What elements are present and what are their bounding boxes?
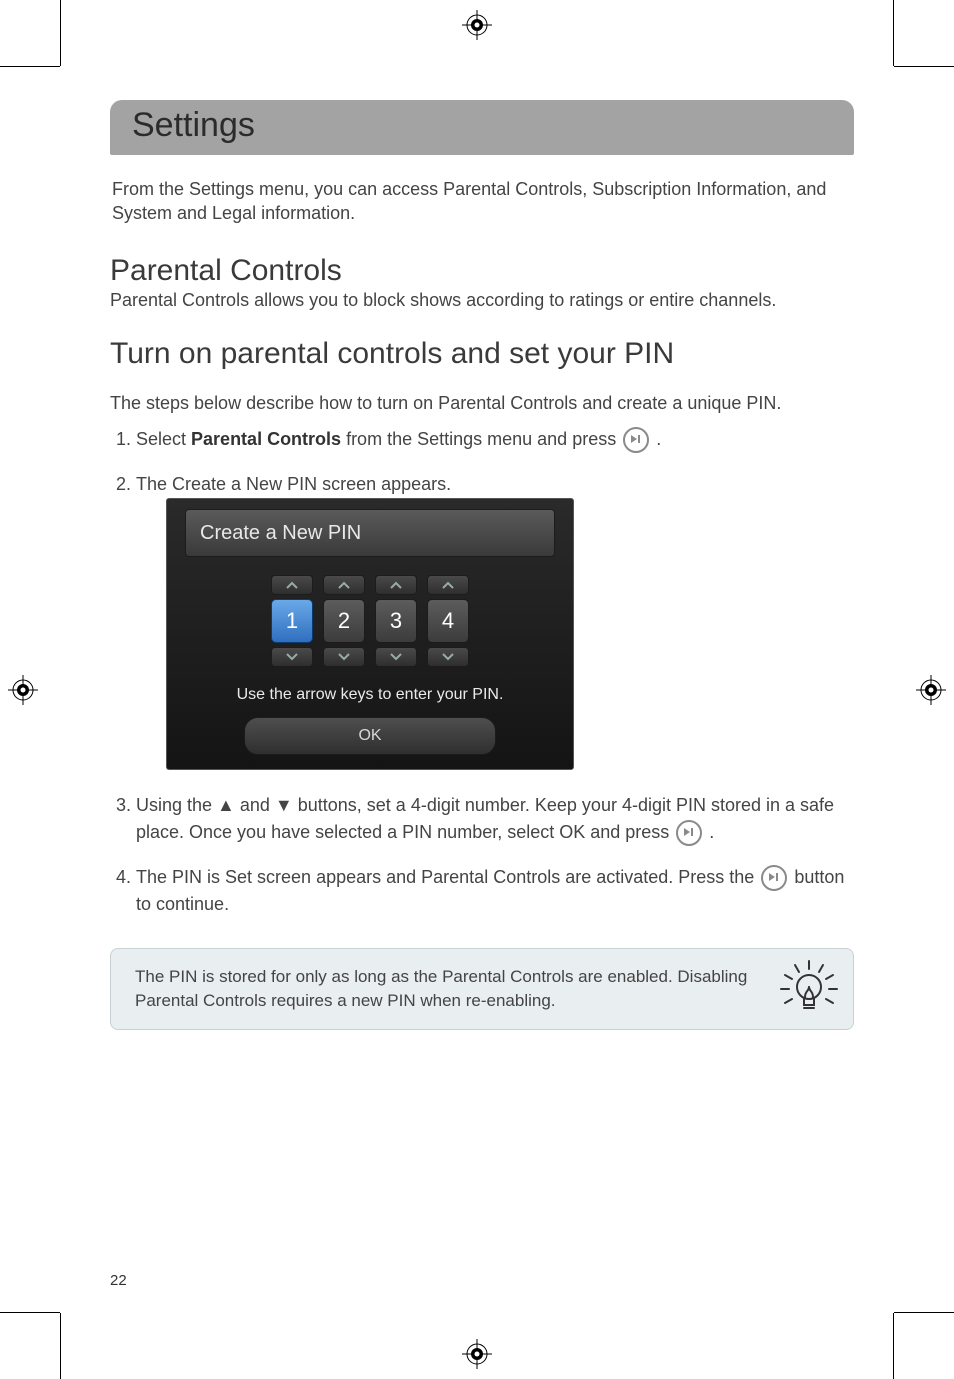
pin-column-1: 1 (271, 575, 313, 667)
registration-mark-icon (462, 10, 492, 40)
screenshot-title: Create a New PIN (185, 509, 555, 557)
pin-column-4: 4 (427, 575, 469, 667)
crop-mark (893, 1313, 894, 1379)
registration-mark-icon (8, 675, 38, 705)
step-3: Using the ▲ and ▼ buttons, set a 4-digit… (136, 792, 854, 846)
tip-text: The PIN is stored for only as long as th… (135, 967, 747, 1010)
lightbulb-icon (779, 959, 839, 1019)
crop-mark (60, 1313, 61, 1379)
content-column: Settings From the Settings menu, you can… (110, 100, 854, 1030)
chevron-down-icon[interactable] (427, 647, 469, 667)
crop-mark (894, 66, 954, 67)
heading-turn-on-pin: Turn on parental controls and set your P… (110, 337, 854, 371)
chevron-up-icon[interactable] (271, 575, 313, 595)
banner-title: Settings (132, 106, 832, 145)
steps-list: Select Parental Controls from the Settin… (110, 426, 854, 919)
down-arrow-icon: ▼ (275, 795, 293, 815)
step-3-text-c: . (704, 822, 714, 842)
step-3-text-mid: and (235, 795, 275, 815)
step-1-text-a: Select (136, 429, 191, 449)
crop-mark (894, 1312, 954, 1313)
tip-callout: The PIN is stored for only as long as th… (110, 948, 854, 1030)
step-2-text: The Create a New PIN screen appears. (136, 474, 451, 494)
step-3-text-a: Using the (136, 795, 217, 815)
section-banner: Settings (110, 100, 854, 155)
intro-text: From the Settings menu, you can access P… (112, 177, 854, 226)
page-number: 22 (110, 1272, 127, 1289)
crop-mark (893, 0, 894, 66)
pin-hint-text: Use the arrow keys to enter your PIN. (185, 683, 555, 707)
pin-column-3: 3 (375, 575, 417, 667)
play-pause-button-icon (623, 427, 649, 453)
step-1-bold: Parental Controls (191, 429, 341, 449)
crop-mark (0, 1312, 60, 1313)
chevron-up-icon[interactable] (427, 575, 469, 595)
play-pause-button-icon (761, 865, 787, 891)
pin-digit-2[interactable]: 2 (323, 599, 365, 643)
pin-digit-row: 1 2 3 (185, 575, 555, 667)
pin-column-2: 2 (323, 575, 365, 667)
step-1-text-b: from the Settings menu and press (341, 429, 621, 449)
parental-controls-sub: Parental Controls allows you to block sh… (110, 290, 854, 311)
pin-digit-4[interactable]: 4 (427, 599, 469, 643)
lead-text: The steps below describe how to turn on … (110, 393, 854, 414)
step-4: The PIN is Set screen appears and Parent… (136, 864, 854, 918)
step-2: The Create a New PIN screen appears. Cre… (136, 471, 854, 770)
pin-digit-3[interactable]: 3 (375, 599, 417, 643)
up-arrow-icon: ▲ (217, 795, 235, 815)
chevron-down-icon[interactable] (271, 647, 313, 667)
chevron-down-icon[interactable] (323, 647, 365, 667)
step-4-text-a: The PIN is Set screen appears and Parent… (136, 867, 759, 887)
chevron-up-icon[interactable] (323, 575, 365, 595)
chevron-down-icon[interactable] (375, 647, 417, 667)
step-1: Select Parental Controls from the Settin… (136, 426, 854, 453)
crop-mark (0, 66, 60, 67)
registration-mark-icon (916, 675, 946, 705)
manual-page: Settings From the Settings menu, you can… (0, 0, 954, 1379)
chevron-up-icon[interactable] (375, 575, 417, 595)
ok-button[interactable]: OK (244, 717, 496, 755)
registration-mark-icon (462, 1339, 492, 1369)
step-1-text-c: . (651, 429, 661, 449)
play-pause-button-icon (676, 820, 702, 846)
pin-digit-1[interactable]: 1 (271, 599, 313, 643)
create-pin-screenshot: Create a New PIN 1 2 (166, 498, 574, 770)
crop-mark (60, 0, 61, 66)
heading-parental-controls: Parental Controls (110, 254, 854, 288)
